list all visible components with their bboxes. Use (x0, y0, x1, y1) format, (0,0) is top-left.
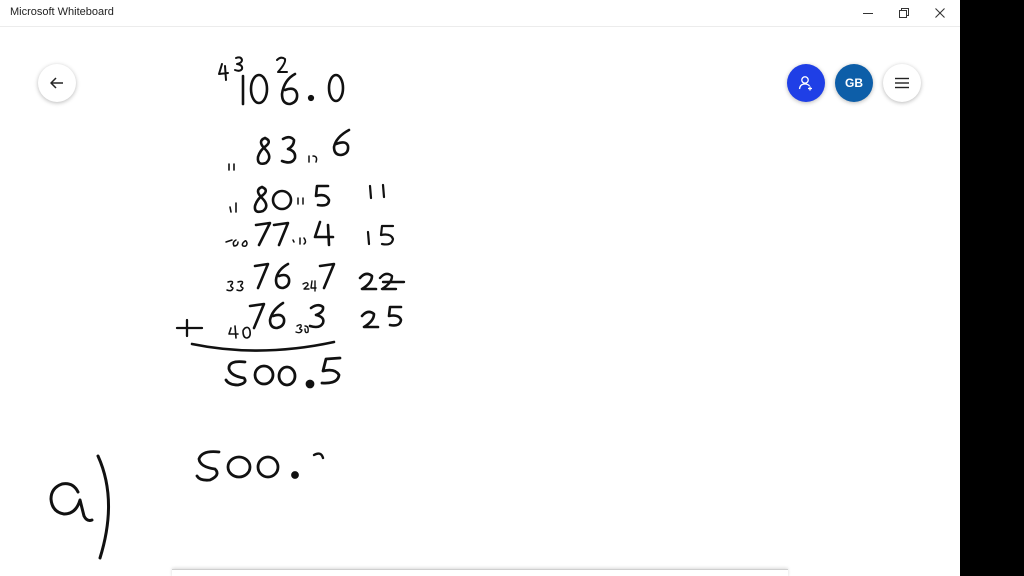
window-title: Microsoft Whiteboard (10, 6, 114, 18)
title-bar: Microsoft Whiteboard (0, 0, 960, 27)
back-button[interactable] (38, 64, 76, 102)
person-add-icon (798, 76, 812, 91)
restore-button[interactable] (886, 0, 922, 26)
ink-label-a (49, 454, 111, 560)
whiteboard-canvas[interactable]: GB (0, 27, 960, 576)
ink-sum-line (190, 340, 336, 352)
ink-row-76a (226, 262, 406, 292)
hamburger-menu-icon (895, 77, 909, 89)
close-button[interactable] (922, 0, 958, 26)
ink-row-83 (228, 128, 351, 171)
whiteboard-window: Microsoft Whiteboard GB (0, 0, 960, 576)
user-initials: GB (845, 76, 863, 90)
ink-row-106 (218, 56, 345, 106)
minimize-icon (863, 13, 873, 14)
ink-row-77 (225, 220, 395, 247)
close-icon (935, 8, 945, 18)
ink-layer (49, 56, 406, 560)
menu-button[interactable] (883, 64, 921, 102)
minimize-button[interactable] (850, 0, 886, 26)
ink-row-80 (229, 183, 386, 214)
ink-bottom-500 (195, 450, 325, 482)
ink-row-76b (175, 301, 403, 339)
user-avatar-button[interactable]: GB (835, 64, 873, 102)
arrow-left-icon (50, 77, 63, 89)
restore-icon (899, 8, 909, 18)
ink-result (224, 356, 342, 389)
bottom-toolbar[interactable] (172, 569, 788, 576)
invite-button[interactable] (787, 64, 825, 102)
